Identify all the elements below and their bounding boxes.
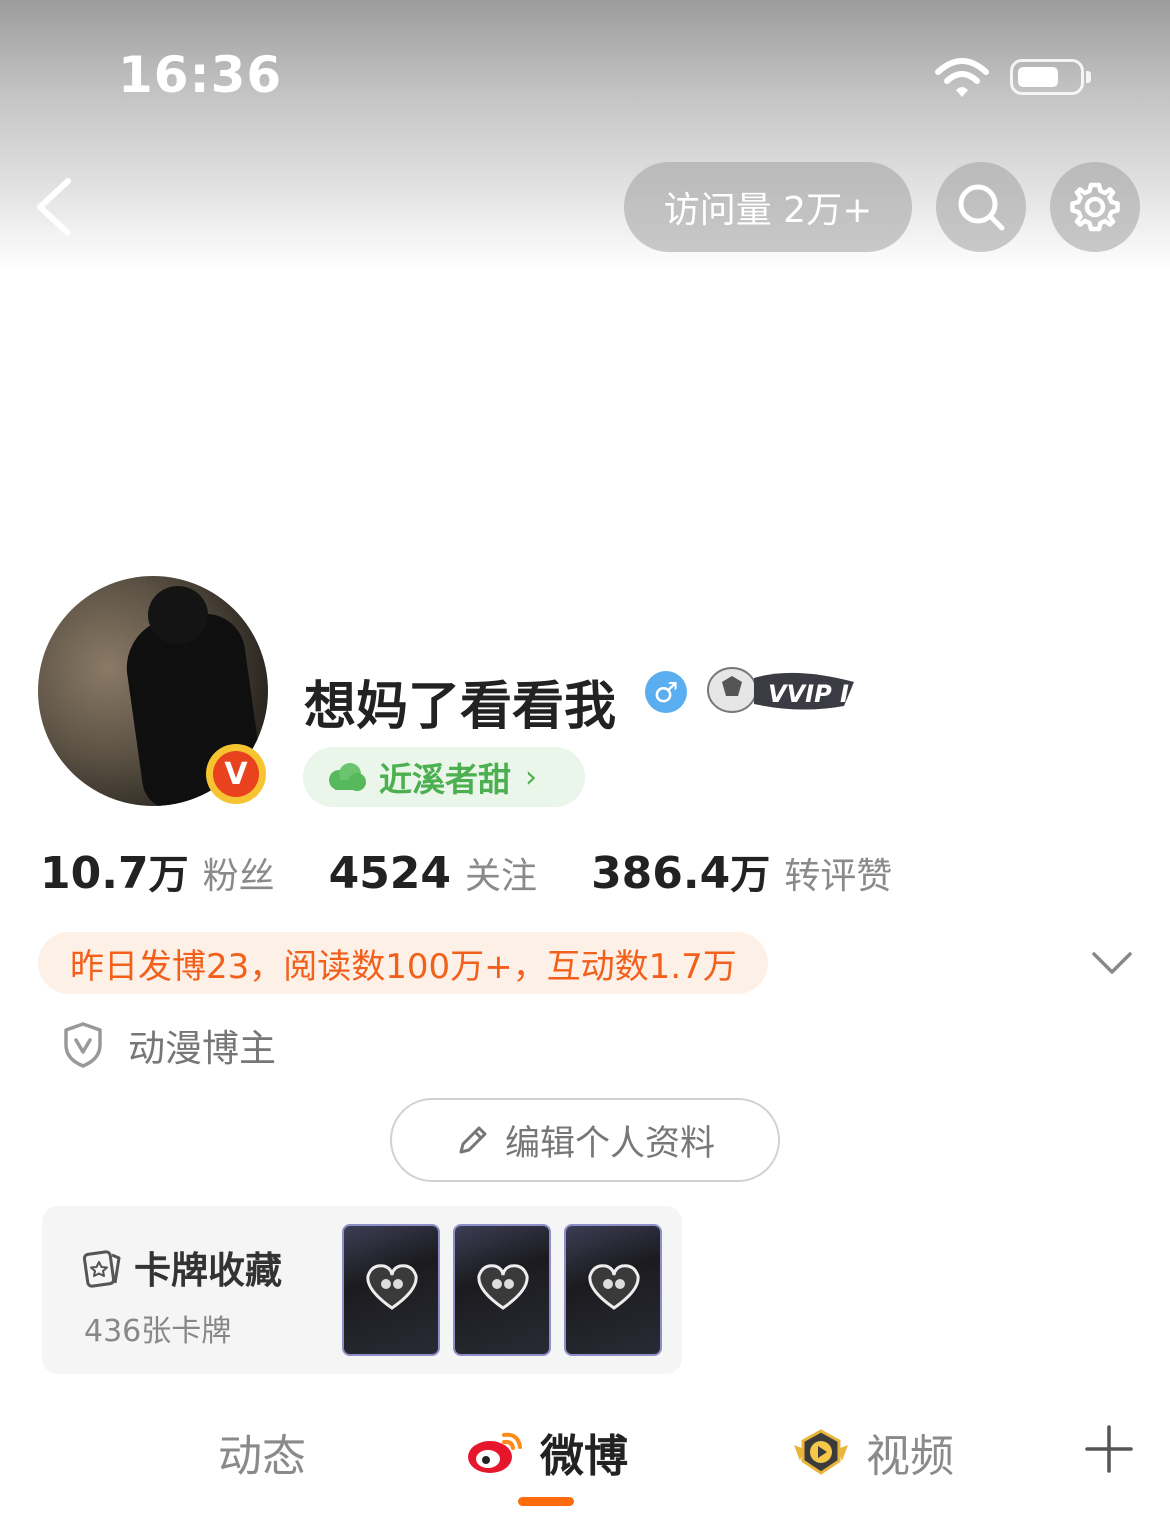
category-row[interactable]: 动漫博主 [62,1018,276,1072]
stat-following[interactable]: 4524 关注 [329,847,537,899]
tab-dongtai[interactable]: 动态 [218,1420,306,1484]
gear-icon [1070,182,1120,232]
svg-text:VVIP II: VVIP II [768,680,858,708]
card-collection-count: 436张卡牌 [84,1314,232,1349]
username: 想妈了看看我 [304,677,617,737]
verified-badge: V [206,744,266,804]
tab-weibo[interactable]: 微博 [466,1420,628,1484]
stat-interactions[interactable]: 386.4 万 转评赞 [591,842,892,900]
tab-video[interactable]: 视频 [790,1420,954,1484]
weibo-logo-icon [468,1432,522,1473]
card-star-icon [82,1250,121,1288]
video-badge-icon [794,1429,848,1475]
plus-icon[interactable] [1084,1424,1134,1474]
edit-profile-button[interactable]: 编辑个人资料 [390,1098,780,1182]
edit-profile-label: 编辑个人资料 [504,1123,715,1164]
group-pill[interactable]: 近溪者甜 › [303,747,585,807]
card-collection-title: 卡牌收藏 [134,1249,282,1292]
visits-label: 访问量 2万+ [663,190,873,231]
pencil-icon [459,1126,487,1154]
search-icon [958,184,1005,231]
shield-v-icon [64,1022,102,1068]
stat-fans[interactable]: 10.7 万 粉丝 [40,842,275,900]
cloud-icon [329,763,366,791]
card-thumbnail[interactable] [564,1224,662,1356]
card-thumbnail[interactable] [342,1224,440,1356]
chevron-down-icon[interactable] [1090,948,1134,978]
chevron-left-icon[interactable] [30,175,80,239]
card-collection[interactable]: 卡牌收藏 436张卡牌 [42,1206,682,1374]
male-gender-icon: ♂ [645,671,687,713]
chevron-right-icon: › [525,759,537,795]
yesterday-summary[interactable]: 昨日发博23，阅读数100万+，互动数1.7万 [38,932,768,994]
category-label: 动漫博主 [128,1027,276,1070]
active-tab-indicator [518,1497,574,1506]
settings-button[interactable] [1050,162,1140,252]
vip-badge-icon[interactable]: VVIP II [704,664,862,718]
battery-icon [1010,59,1091,95]
card-thumbnail[interactable] [453,1224,551,1356]
status-time: 16:36 [118,46,283,104]
visits-button[interactable]: 访问量 2万+ [624,162,912,252]
search-button[interactable] [936,162,1026,252]
group-label: 近溪者甜 [379,760,511,799]
stats-row: 10.7 万 粉丝 4524 关注 386.4 万 转评赞 [40,842,946,900]
profile-tabs: 动态 微博 视频 [0,1410,1170,1500]
wifi-icon [935,58,989,97]
